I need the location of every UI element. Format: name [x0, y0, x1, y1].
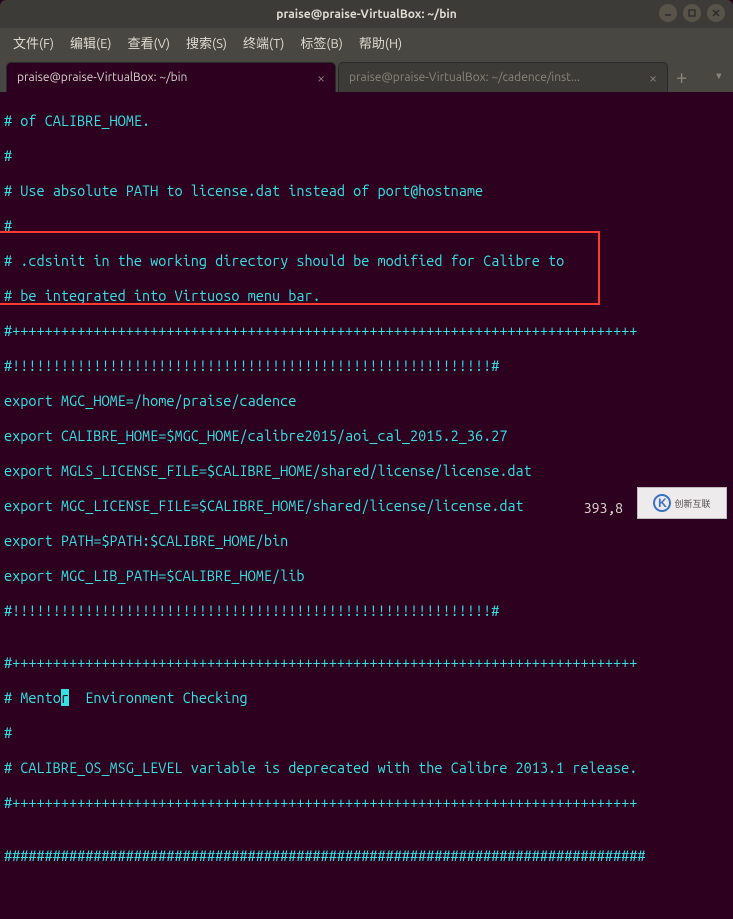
- minimize-button[interactable]: [659, 4, 677, 22]
- window-controls: [659, 4, 725, 22]
- menu-help[interactable]: 帮助(H): [352, 30, 409, 55]
- terminal-line: #: [4, 217, 729, 235]
- menu-terminal[interactable]: 终端(T): [236, 30, 291, 55]
- terminal-line: export MGC_LIB_PATH=$CALIBRE_HOME/lib: [4, 567, 729, 585]
- terminal-line: # Mentor Environment Checking: [4, 689, 729, 707]
- window-title: praise@praise-VirtualBox: ~/bin: [0, 8, 733, 21]
- menu-edit[interactable]: 编辑(E): [63, 30, 118, 55]
- menu-view[interactable]: 查看(V): [121, 30, 177, 55]
- terminal-viewport[interactable]: # of CALIBRE_HOME. # # Use absolute PATH…: [0, 92, 733, 919]
- maximize-button[interactable]: [683, 4, 701, 22]
- tab-list-icon[interactable]: ▾: [715, 67, 723, 84]
- menu-file[interactable]: 文件(F): [6, 30, 61, 55]
- terminal-line: # be integrated into Virtuoso menu bar.: [4, 287, 729, 305]
- tab-close-icon[interactable]: ×: [649, 70, 657, 86]
- terminal-line: #: [4, 724, 729, 742]
- terminal-line: #!!!!!!!!!!!!!!!!!!!!!!!!!!!!!!!!!!!!!!!…: [4, 357, 729, 375]
- terminal-line: ########################################…: [4, 847, 729, 865]
- tabbar: praise@praise-VirtualBox: ~/bin × praise…: [0, 56, 733, 92]
- watermark-logo-icon: K: [653, 494, 671, 512]
- terminal-line: #+++++++++++++++++++++++++++++++++++++++…: [4, 654, 729, 672]
- cursor: r: [61, 689, 69, 706]
- menubar: 文件(F) 编辑(E) 查看(V) 搜索(S) 终端(T) 标签(B) 帮助(H…: [0, 28, 733, 56]
- terminal-line: export CALIBRE_HOME=$MGC_HOME/calibre201…: [4, 427, 729, 445]
- watermark-text: 创新互联: [674, 497, 710, 510]
- terminal-line: # Use absolute PATH to license.dat inste…: [4, 182, 729, 200]
- titlebar: praise@praise-VirtualBox: ~/bin: [0, 0, 733, 28]
- menu-search[interactable]: 搜索(S): [179, 30, 234, 55]
- terminal-line: #: [4, 147, 729, 165]
- tab-inactive-label: praise@praise-VirtualBox: ~/cadence/inst…: [349, 71, 641, 84]
- tab-close-icon[interactable]: ×: [317, 70, 325, 86]
- terminal-line: # CALIBRE_OS_MSG_LEVEL variable is depre…: [4, 759, 729, 777]
- watermark: K 创新互联: [637, 487, 727, 519]
- terminal-line: export MGLS_LICENSE_FILE=$CALIBRE_HOME/s…: [4, 462, 729, 480]
- close-button[interactable]: [707, 4, 725, 22]
- terminal-line: #!!!!!!!!!!!!!!!!!!!!!!!!!!!!!!!!!!!!!!!…: [4, 602, 729, 620]
- terminal-line: export PATH=$PATH:$CALIBRE_HOME/bin: [4, 532, 729, 550]
- terminal-line: export MGC_HOME=/home/praise/cadence: [4, 392, 729, 410]
- tab-active[interactable]: praise@praise-VirtualBox: ~/bin ×: [6, 62, 336, 92]
- terminal-line: #+++++++++++++++++++++++++++++++++++++++…: [4, 322, 729, 340]
- tab-inactive[interactable]: praise@praise-VirtualBox: ~/cadence/inst…: [338, 62, 668, 92]
- terminal-line: #+++++++++++++++++++++++++++++++++++++++…: [4, 794, 729, 812]
- terminal-line: # of CALIBRE_HOME.: [4, 112, 729, 130]
- menu-tabs[interactable]: 标签(B): [293, 30, 349, 55]
- terminal-line: # .cdsinit in the working directory shou…: [4, 252, 729, 270]
- tab-active-label: praise@praise-VirtualBox: ~/bin: [17, 71, 309, 84]
- status-position: 393,8: [584, 500, 623, 516]
- tab-add-button[interactable]: +: [676, 65, 687, 88]
